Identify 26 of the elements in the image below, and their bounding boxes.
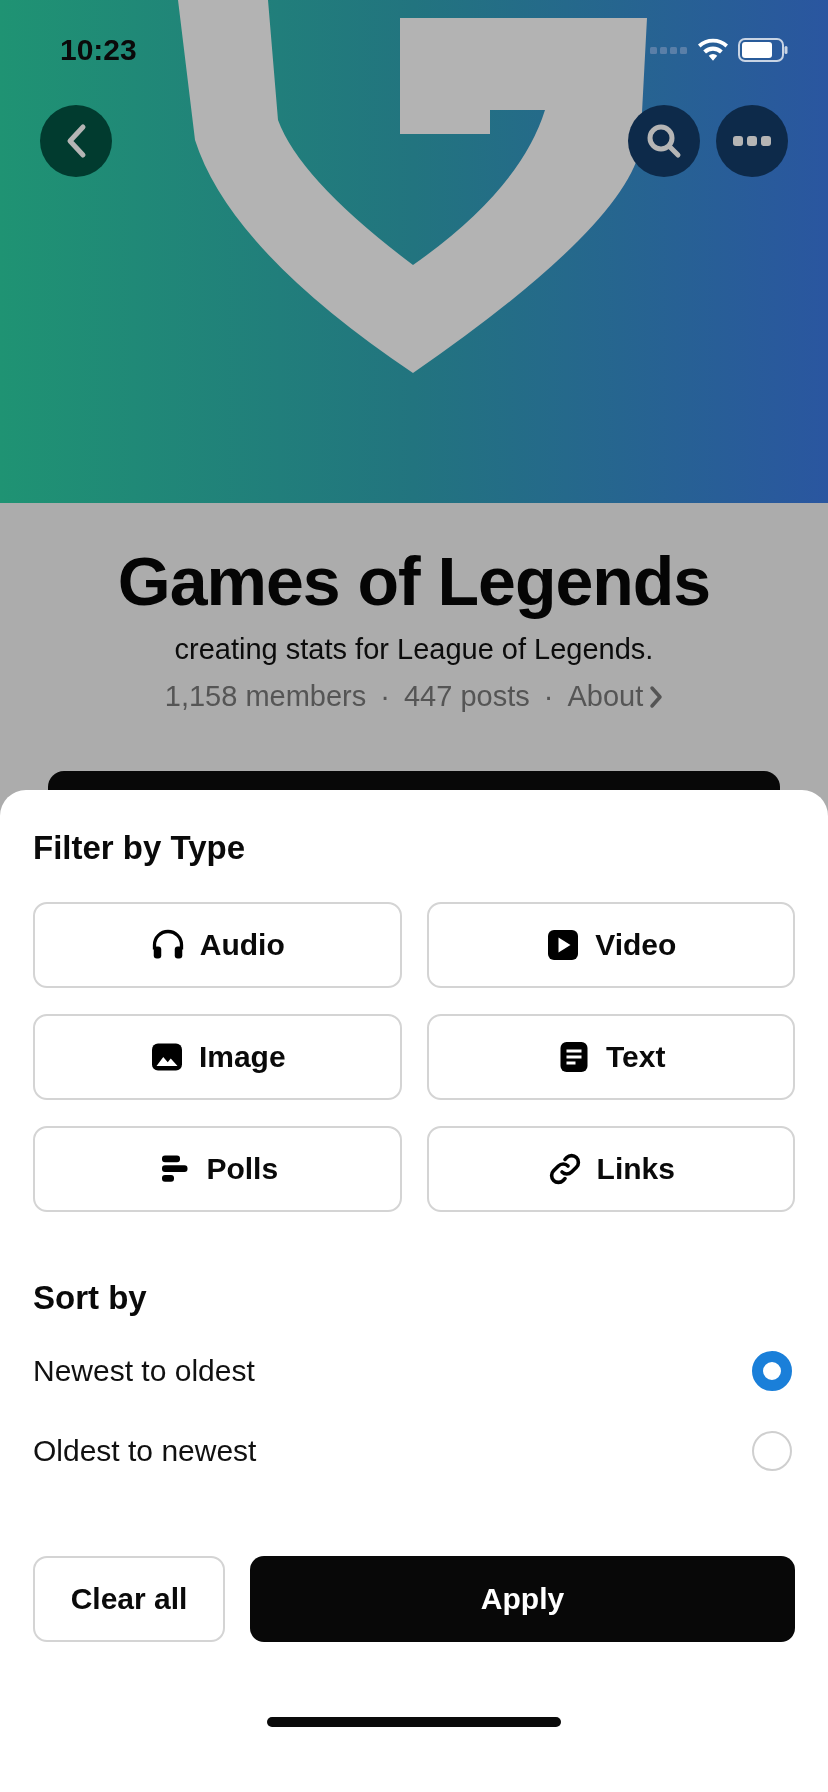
- filter-type-button[interactable]: Text: [426, 1014, 795, 1100]
- radio-button[interactable]: [752, 1351, 792, 1391]
- chevron-right-icon: [649, 684, 664, 709]
- filter-type-button[interactable]: Image: [33, 1014, 402, 1100]
- clear-all-button[interactable]: Clear all: [33, 1556, 225, 1642]
- wifi-icon: [698, 38, 728, 62]
- search-icon: [645, 122, 683, 160]
- filter-type-button[interactable]: Video: [426, 902, 795, 988]
- sort-option-label: Oldest to newest: [33, 1434, 257, 1468]
- sort-title: Sort by: [33, 1278, 148, 1318]
- status-time: 10:23: [60, 33, 137, 67]
- community-description: creating stats for League of Legends.: [174, 633, 654, 666]
- signal-icon: [650, 45, 688, 55]
- post-count: 447 posts: [403, 680, 530, 713]
- community-title: Games of Legends: [117, 543, 711, 619]
- filter-type-button[interactable]: Audio: [33, 902, 402, 988]
- apply-button[interactable]: Apply: [250, 1556, 795, 1642]
- member-count: 1,158 members: [164, 680, 367, 713]
- separator-dot: ·: [543, 680, 554, 713]
- more-icon: [733, 135, 771, 147]
- filter-type-button[interactable]: Polls: [33, 1126, 402, 1212]
- sort-option-label: Newest to oldest: [33, 1354, 255, 1388]
- filter-title: Filter by Type: [33, 828, 247, 868]
- separator-dot: ·: [380, 680, 390, 713]
- battery-icon: [738, 38, 788, 62]
- filter-type-button[interactable]: Links: [426, 1126, 795, 1212]
